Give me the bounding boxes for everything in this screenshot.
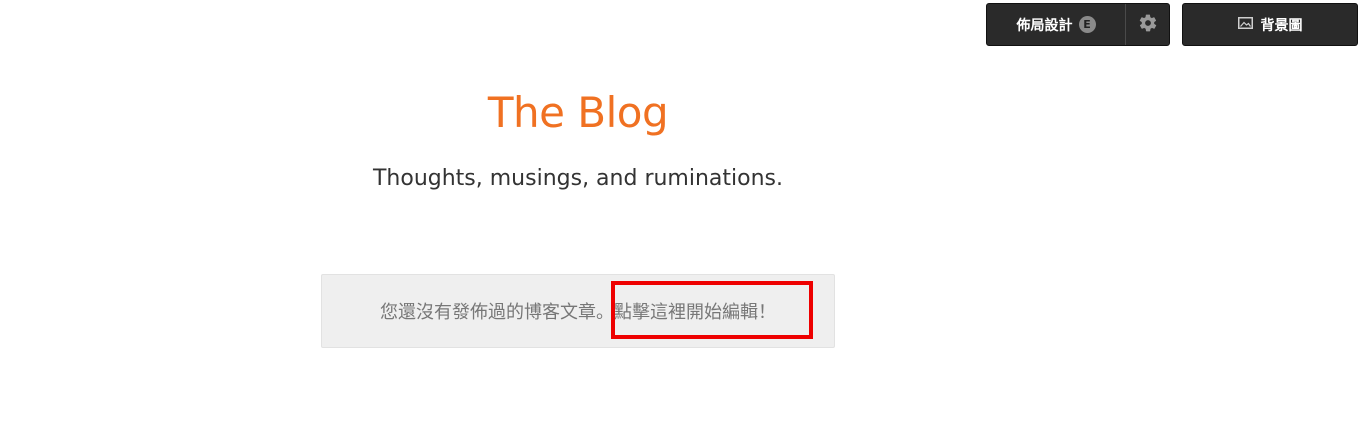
layout-badge: E [1078, 16, 1096, 33]
empty-posts-notice: 您還沒有發佈過的博客文章。 點擊這裡開始編輯！ [321, 274, 835, 348]
start-editing-link[interactable]: 點擊這裡開始編輯！ [614, 298, 776, 324]
gear-icon [1138, 13, 1158, 37]
notice-text: 您還沒有發佈過的博客文章。 [380, 302, 614, 323]
background-image-button[interactable]: 背景圖 [1182, 3, 1358, 46]
blog-tagline[interactable]: Thoughts, musings, and ruminations. [0, 166, 1156, 191]
layout-design-button[interactable]: 佈局設計 E [987, 4, 1126, 45]
image-icon [1237, 16, 1253, 33]
page: 佈局設計 E 背景圖 The Blog Thoughts, musings, a… [0, 0, 1358, 448]
layout-settings-button[interactable] [1126, 4, 1169, 45]
layout-design-button-group: 佈局設計 E [986, 3, 1170, 46]
blog-title[interactable]: The Blog [0, 88, 1156, 137]
layout-design-label: 佈局設計 [1016, 17, 1073, 34]
background-image-label: 背景圖 [1260, 17, 1303, 34]
